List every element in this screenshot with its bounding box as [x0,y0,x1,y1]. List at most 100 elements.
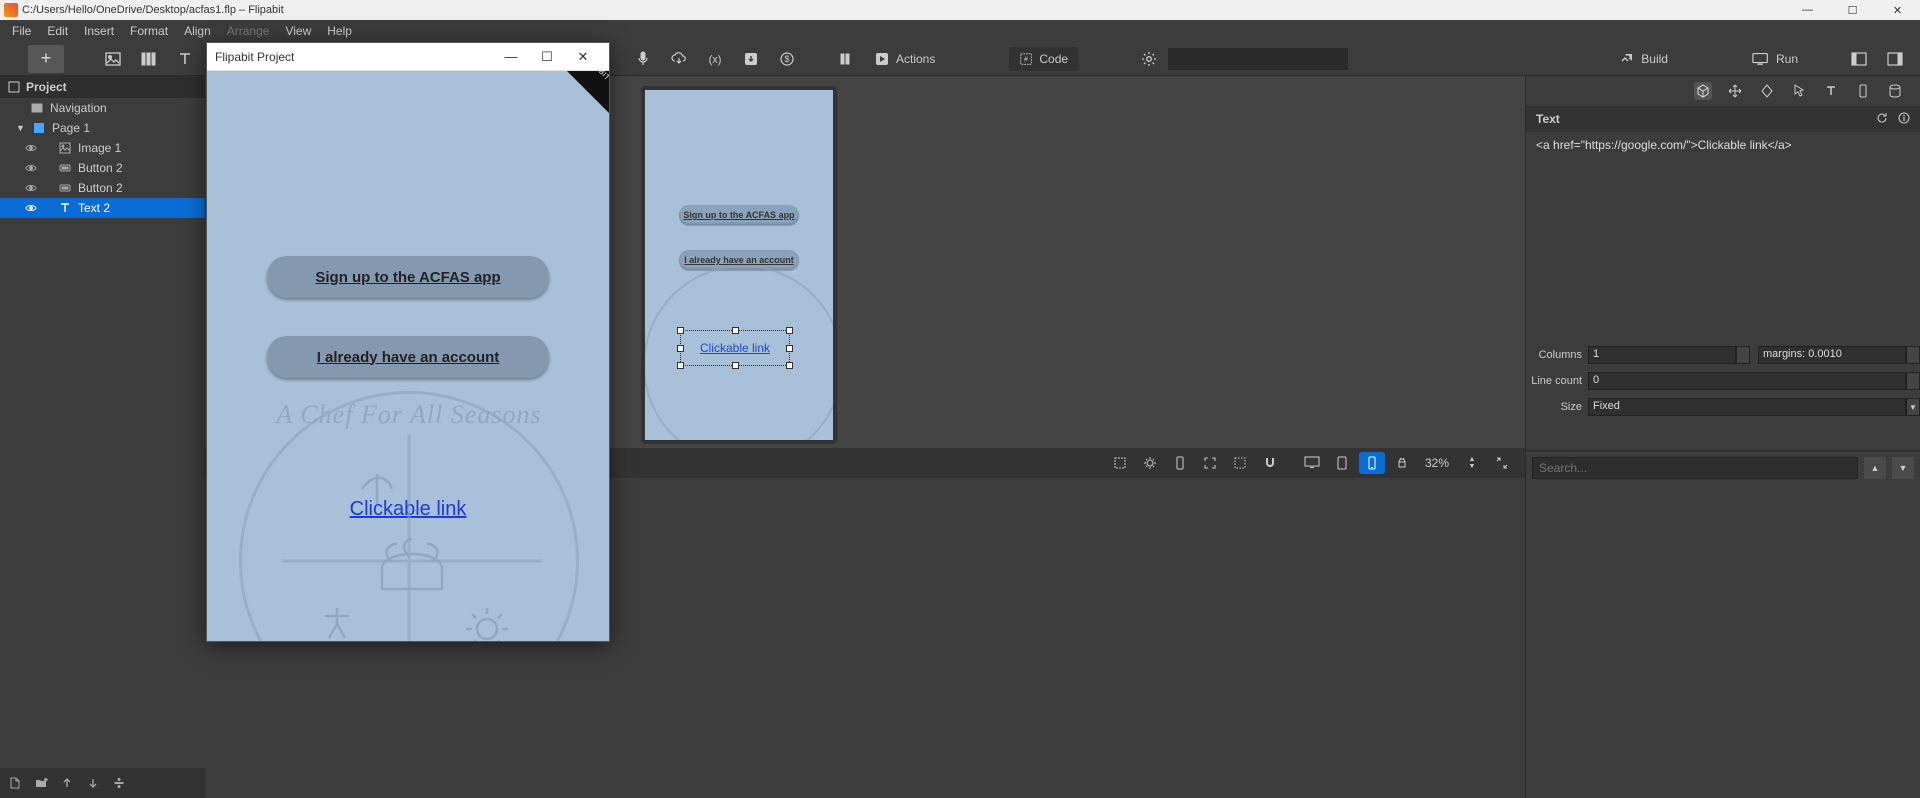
inspector-empty-area [1526,485,1920,798]
text-icon[interactable] [168,45,202,73]
info-icon[interactable] [1898,112,1910,127]
menu-arrange: Arrange [219,22,278,40]
svg-text:#: # [1024,56,1028,63]
menu-view[interactable]: View [277,22,319,40]
mode-3d-icon[interactable] [1694,82,1712,100]
tree-item-text2[interactable]: Text 2 [0,198,205,218]
search-up-button[interactable]: ▲ [1864,457,1886,479]
menu-file[interactable]: File [4,22,39,40]
menu-align[interactable]: Align [176,22,219,40]
window-maximize-button[interactable]: ☐ [1830,0,1875,20]
tree-item-image1[interactable]: Image 1 [0,138,205,158]
columns-stepper[interactable] [1736,346,1750,364]
device-canvas[interactable]: Sign up to the ACFAS app I already have … [641,86,837,444]
arrow-up-icon[interactable] [60,776,74,790]
linecount-input[interactable]: 0 [1588,372,1906,390]
tree-item-button2b[interactable]: Button 2 [0,178,205,198]
variable-icon[interactable]: (x) [698,45,732,73]
margins-input[interactable]: margins: 0.0010 [1758,346,1906,364]
svg-text:(x): (x) [709,54,722,66]
tree-item-button2a[interactable]: Button 2 [0,158,205,178]
linecount-stepper[interactable] [1906,372,1920,390]
preview-titlebar[interactable]: Flipabit Project — ☐ ✕ [207,43,609,71]
preview-button-login[interactable]: I already have an account [267,336,549,378]
phone-portrait-icon[interactable] [1167,452,1193,474]
actions-button[interactable]: Actions [864,45,945,73]
build-button[interactable]: Build [1609,45,1678,73]
magnet-icon[interactable] [1257,452,1283,474]
canvas-button-signup[interactable]: Sign up to the ACFAS app [679,205,799,225]
tree-item-label: Button 2 [78,161,123,175]
tree-page[interactable]: ▼ Page 1 [0,118,205,138]
currency-icon[interactable]: $ [770,45,804,73]
window-title: C:/Users/Hello/OneDrive/Desktop/acfas1.f… [22,4,1785,16]
button-icon [58,181,72,195]
preview-title: Flipabit Project [215,50,294,64]
arrow-down-icon[interactable] [86,776,100,790]
size-dropdown-icon[interactable]: ▼ [1906,398,1920,416]
grid-dashed-icon[interactable] [1227,452,1253,474]
margins-stepper[interactable] [1906,346,1920,364]
search-down-button[interactable]: ▼ [1892,457,1914,479]
new-folder-icon[interactable]: + [34,776,48,790]
tree-navigation[interactable]: Navigation [0,98,205,118]
zoom-stepper[interactable]: ▲▼ [1459,452,1485,474]
code-button[interactable]: # Code [1009,47,1078,71]
menu-help[interactable]: Help [319,22,360,40]
expand-icon[interactable] [1197,452,1223,474]
pause-icon[interactable] [828,45,862,73]
mode-paint-icon[interactable] [1758,82,1776,100]
preview-window[interactable]: Flipabit Project — ☐ ✕ A Chef For All Se… [206,42,610,642]
project-header[interactable]: Project [0,76,205,98]
layout-left-icon[interactable] [1842,45,1876,73]
run-button[interactable]: Run [1742,45,1808,73]
preview-minimize-button[interactable]: — [493,49,529,64]
preview-button-signup[interactable]: Sign up to the ACFAS app [267,256,549,298]
mode-device-icon[interactable] [1854,82,1872,100]
selection-box[interactable]: Clickable link [680,330,790,366]
tree-item-label: Image 1 [78,141,121,155]
window-minimize-button[interactable]: — [1785,0,1830,20]
download-square-icon[interactable] [734,45,768,73]
device-tablet-icon[interactable] [1329,452,1355,474]
crop-icon[interactable] [1107,452,1133,474]
divide-icon[interactable] [112,776,126,790]
visibility-icon[interactable] [24,181,38,195]
device-phone-icon[interactable] [1359,452,1385,474]
brightness-icon[interactable] [1137,452,1163,474]
device-desktop-icon[interactable] [1299,452,1325,474]
size-select[interactable]: Fixed [1588,398,1906,416]
visibility-icon[interactable] [24,141,38,155]
menu-insert[interactable]: Insert [76,22,122,40]
visibility-icon[interactable] [24,201,38,215]
menu-edit[interactable]: Edit [39,22,76,40]
project-footer-tools: + [0,768,205,798]
android-icon[interactable] [1389,452,1415,474]
columns-input[interactable]: 1 [1588,346,1736,364]
tree-page-label: Page 1 [52,121,90,135]
command-input[interactable] [1168,48,1348,70]
mode-text-icon[interactable] [1822,82,1840,100]
add-button[interactable]: + [28,45,64,73]
text-content-area[interactable]: <a href="https://google.com/">Clickable … [1526,132,1920,342]
mode-pointer-icon[interactable] [1790,82,1808,100]
refresh-icon[interactable] [1876,112,1888,127]
actions-label: Actions [896,52,935,66]
menu-format[interactable]: Format [122,22,176,40]
preview-close-button[interactable]: ✕ [565,49,601,65]
layout-right-icon[interactable] [1878,45,1912,73]
mode-move-icon[interactable] [1726,82,1744,100]
collapse-icon[interactable] [1489,452,1515,474]
gear-icon[interactable] [1132,45,1166,73]
slideshow-icon[interactable] [132,45,166,73]
visibility-icon[interactable] [24,161,38,175]
new-file-icon[interactable] [8,776,22,790]
search-input[interactable] [1532,457,1858,479]
cloud-download-icon[interactable] [662,45,696,73]
canvas-text-link[interactable]: Clickable link [700,341,770,355]
mode-database-icon[interactable] [1886,82,1904,100]
window-close-button[interactable]: ✕ [1875,0,1920,20]
microphone-icon[interactable] [626,45,660,73]
image-icon[interactable] [96,45,130,73]
preview-maximize-button[interactable]: ☐ [529,49,565,65]
